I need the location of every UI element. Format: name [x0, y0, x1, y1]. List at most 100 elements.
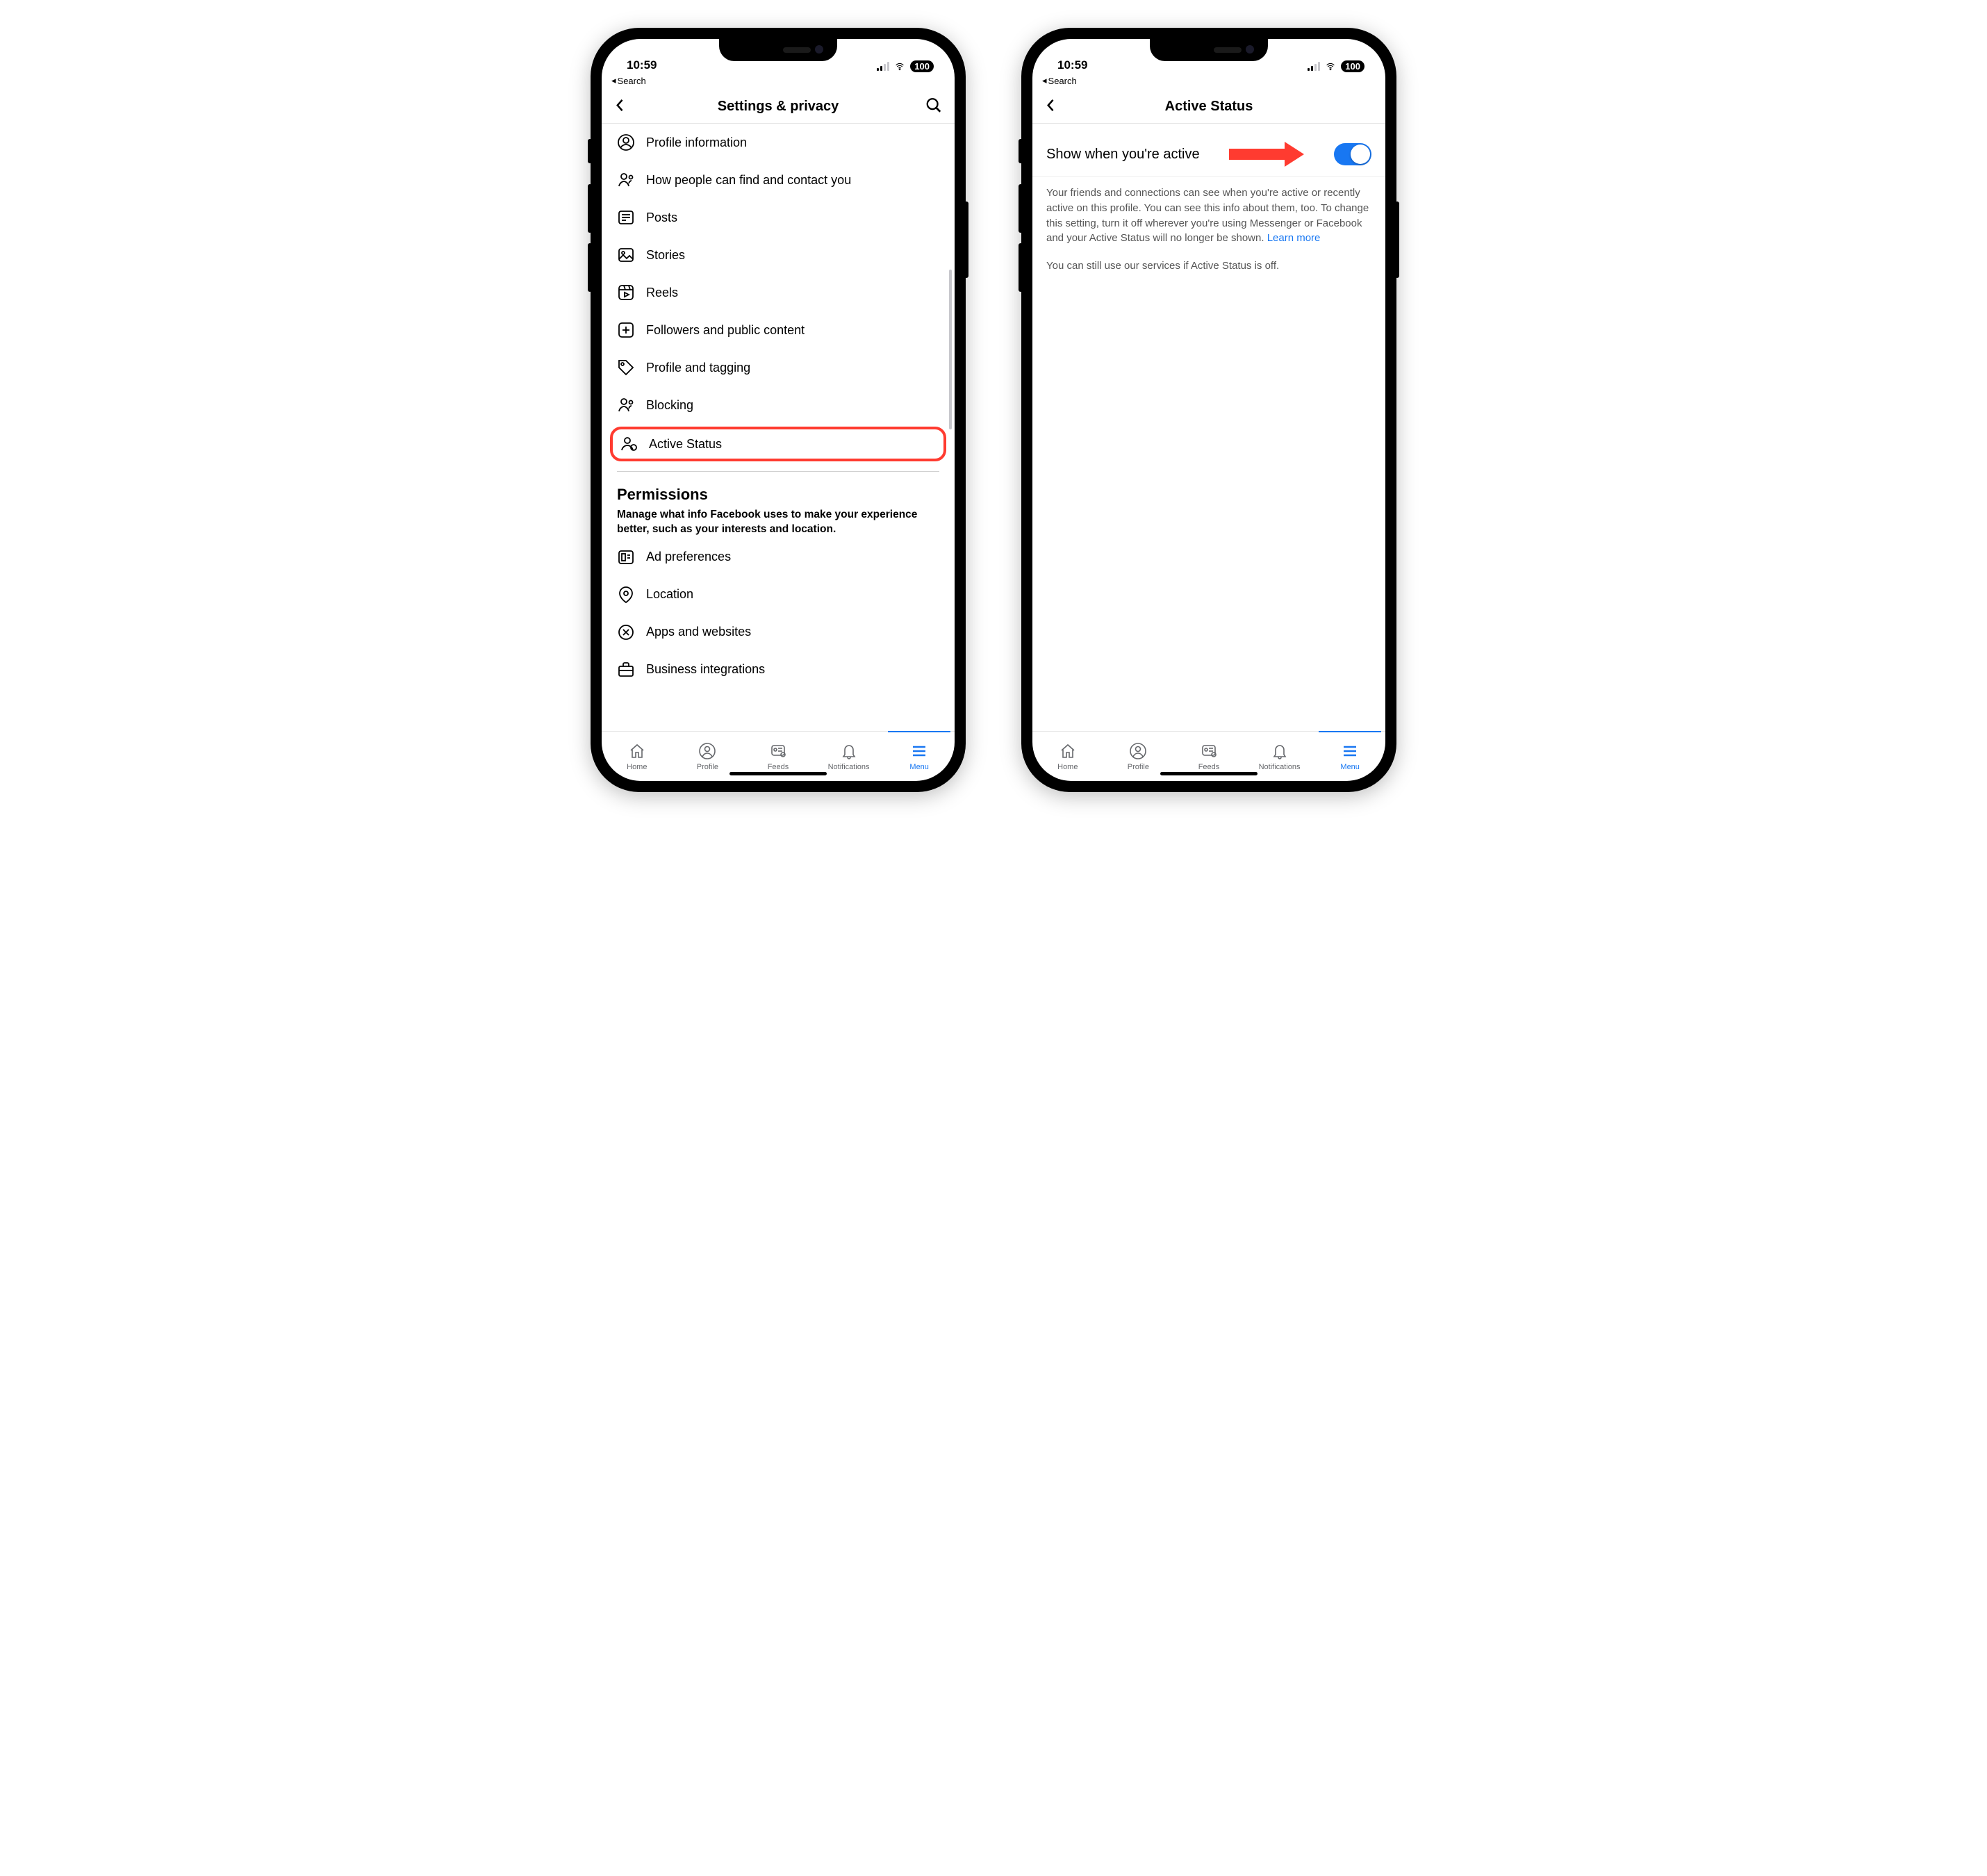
settings-row-profile-information[interactable]: Profile information	[602, 124, 955, 161]
image-icon	[617, 246, 635, 264]
people-icon	[617, 171, 635, 189]
learn-more-link[interactable]: Learn more	[1267, 232, 1321, 244]
section-subtitle: Manage what info Facebook uses to make y…	[617, 508, 939, 537]
person-circle-icon	[617, 133, 635, 151]
settings-row-apps-and-websites[interactable]: Apps and websites	[602, 614, 955, 651]
status-time: 10:59	[627, 58, 657, 72]
row-label: Business integrations	[646, 662, 765, 677]
tab-home[interactable]: Home	[1032, 732, 1103, 781]
battery-indicator: 100	[910, 60, 934, 72]
tab-label: Feeds	[768, 763, 789, 771]
tab-menu[interactable]: Menu	[1314, 732, 1385, 781]
tab-label: Menu	[1340, 763, 1360, 771]
tab-label: Home	[627, 763, 647, 771]
device-notch	[1150, 39, 1268, 61]
profile-icon	[1129, 742, 1147, 760]
tab-label: Profile	[1128, 763, 1149, 771]
tag-icon	[617, 359, 635, 377]
settings-row-reels[interactable]: Reels	[602, 274, 955, 311]
settings-row-blocking[interactable]: Blocking	[602, 386, 955, 424]
row-label: Posts	[646, 211, 677, 225]
home-icon	[628, 742, 646, 760]
person-status-icon	[620, 435, 638, 453]
row-label: Followers and public content	[646, 323, 805, 338]
back-button[interactable]	[1044, 97, 1059, 116]
row-label: Profile information	[646, 135, 747, 150]
nav-bar: Settings & privacy	[602, 90, 955, 124]
settings-row-posts[interactable]: Posts	[602, 199, 955, 236]
active-status-toggle[interactable]	[1334, 143, 1371, 165]
chevron-left-icon	[1044, 97, 1059, 113]
location-pin-icon	[617, 586, 635, 604]
bell-icon	[840, 742, 858, 760]
apps-icon	[617, 623, 635, 641]
cellular-signal-icon	[1308, 63, 1320, 71]
breadcrumb-label: Search	[1048, 76, 1077, 86]
breadcrumb-back[interactable]: ◂ Search	[1032, 74, 1385, 90]
settings-row-followers-and-public-content[interactable]: Followers and public content	[602, 311, 955, 349]
row-label: Blocking	[646, 398, 693, 413]
tab-label: Menu	[909, 763, 929, 771]
cellular-signal-icon	[877, 63, 889, 71]
ad-icon	[617, 548, 635, 566]
setting-description-secondary: You can still use our services if Active…	[1032, 254, 1385, 277]
battery-indicator: 100	[1341, 60, 1364, 72]
nav-bar: Active Status	[1032, 90, 1385, 124]
description-text: Your friends and connections can see whe…	[1046, 187, 1369, 244]
phone-left: 10:59 100 ◂ Search Settings & privacy Pr…	[591, 28, 966, 792]
row-label: Reels	[646, 286, 678, 300]
home-indicator[interactable]	[1160, 772, 1258, 775]
menu-icon	[1341, 742, 1359, 760]
briefcase-icon	[617, 661, 635, 679]
home-icon	[1059, 742, 1077, 760]
back-button[interactable]	[613, 97, 628, 116]
bell-icon	[1271, 742, 1289, 760]
active-status-toggle-row: Show when you're active	[1032, 124, 1385, 177]
page-title: Active Status	[1165, 99, 1253, 115]
chevron-left-icon	[613, 97, 628, 113]
menu-icon	[910, 742, 928, 760]
feeds-icon	[1200, 742, 1218, 760]
settings-row-location[interactable]: Location	[602, 576, 955, 614]
reels-icon	[617, 283, 635, 302]
home-indicator[interactable]	[729, 772, 827, 775]
plus-square-icon	[617, 321, 635, 339]
row-label: Profile and tagging	[646, 361, 750, 375]
search-button[interactable]	[925, 97, 942, 117]
settings-row-profile-and-tagging[interactable]: Profile and tagging	[602, 349, 955, 386]
row-label: Location	[646, 587, 693, 602]
setting-description: Your friends and connections can see whe…	[1032, 177, 1385, 254]
settings-row-how-people-can-find-and-contact-you[interactable]: How people can find and contact you	[602, 161, 955, 199]
row-label: How people can find and contact you	[646, 173, 851, 188]
tab-home[interactable]: Home	[602, 732, 673, 781]
annotation-arrow	[1229, 142, 1304, 167]
settings-row-business-integrations[interactable]: Business integrations	[602, 651, 955, 689]
toggle-label: Show when you're active	[1046, 147, 1200, 163]
tab-label: Notifications	[1259, 763, 1301, 771]
section-title: Permissions	[617, 486, 939, 504]
tab-menu[interactable]: Menu	[884, 732, 955, 781]
settings-row-active-status[interactable]: Active Status	[610, 427, 946, 461]
breadcrumb-label: Search	[618, 76, 646, 86]
page-title: Settings & privacy	[718, 99, 839, 115]
wifi-icon	[1324, 62, 1337, 72]
scrollbar-thumb[interactable]	[949, 270, 952, 429]
people-icon	[617, 396, 635, 414]
status-time: 10:59	[1057, 58, 1087, 72]
profile-icon	[698, 742, 716, 760]
section-permissions-heading: Permissions Manage what info Facebook us…	[602, 479, 955, 538]
row-label: Ad preferences	[646, 550, 731, 564]
settings-row-ad-preferences[interactable]: Ad preferences	[602, 538, 955, 576]
row-label: Active Status	[649, 437, 722, 452]
settings-row-stories[interactable]: Stories	[602, 236, 955, 274]
device-notch	[719, 39, 837, 61]
feeds-icon	[769, 742, 787, 760]
row-label: Apps and websites	[646, 625, 751, 639]
tab-label: Feeds	[1198, 763, 1220, 771]
wifi-icon	[893, 62, 906, 72]
breadcrumb-caret-icon: ◂	[1042, 75, 1047, 86]
tab-label: Profile	[697, 763, 718, 771]
search-icon	[925, 97, 942, 113]
tab-label: Notifications	[828, 763, 870, 771]
breadcrumb-back[interactable]: ◂ Search	[602, 74, 955, 90]
